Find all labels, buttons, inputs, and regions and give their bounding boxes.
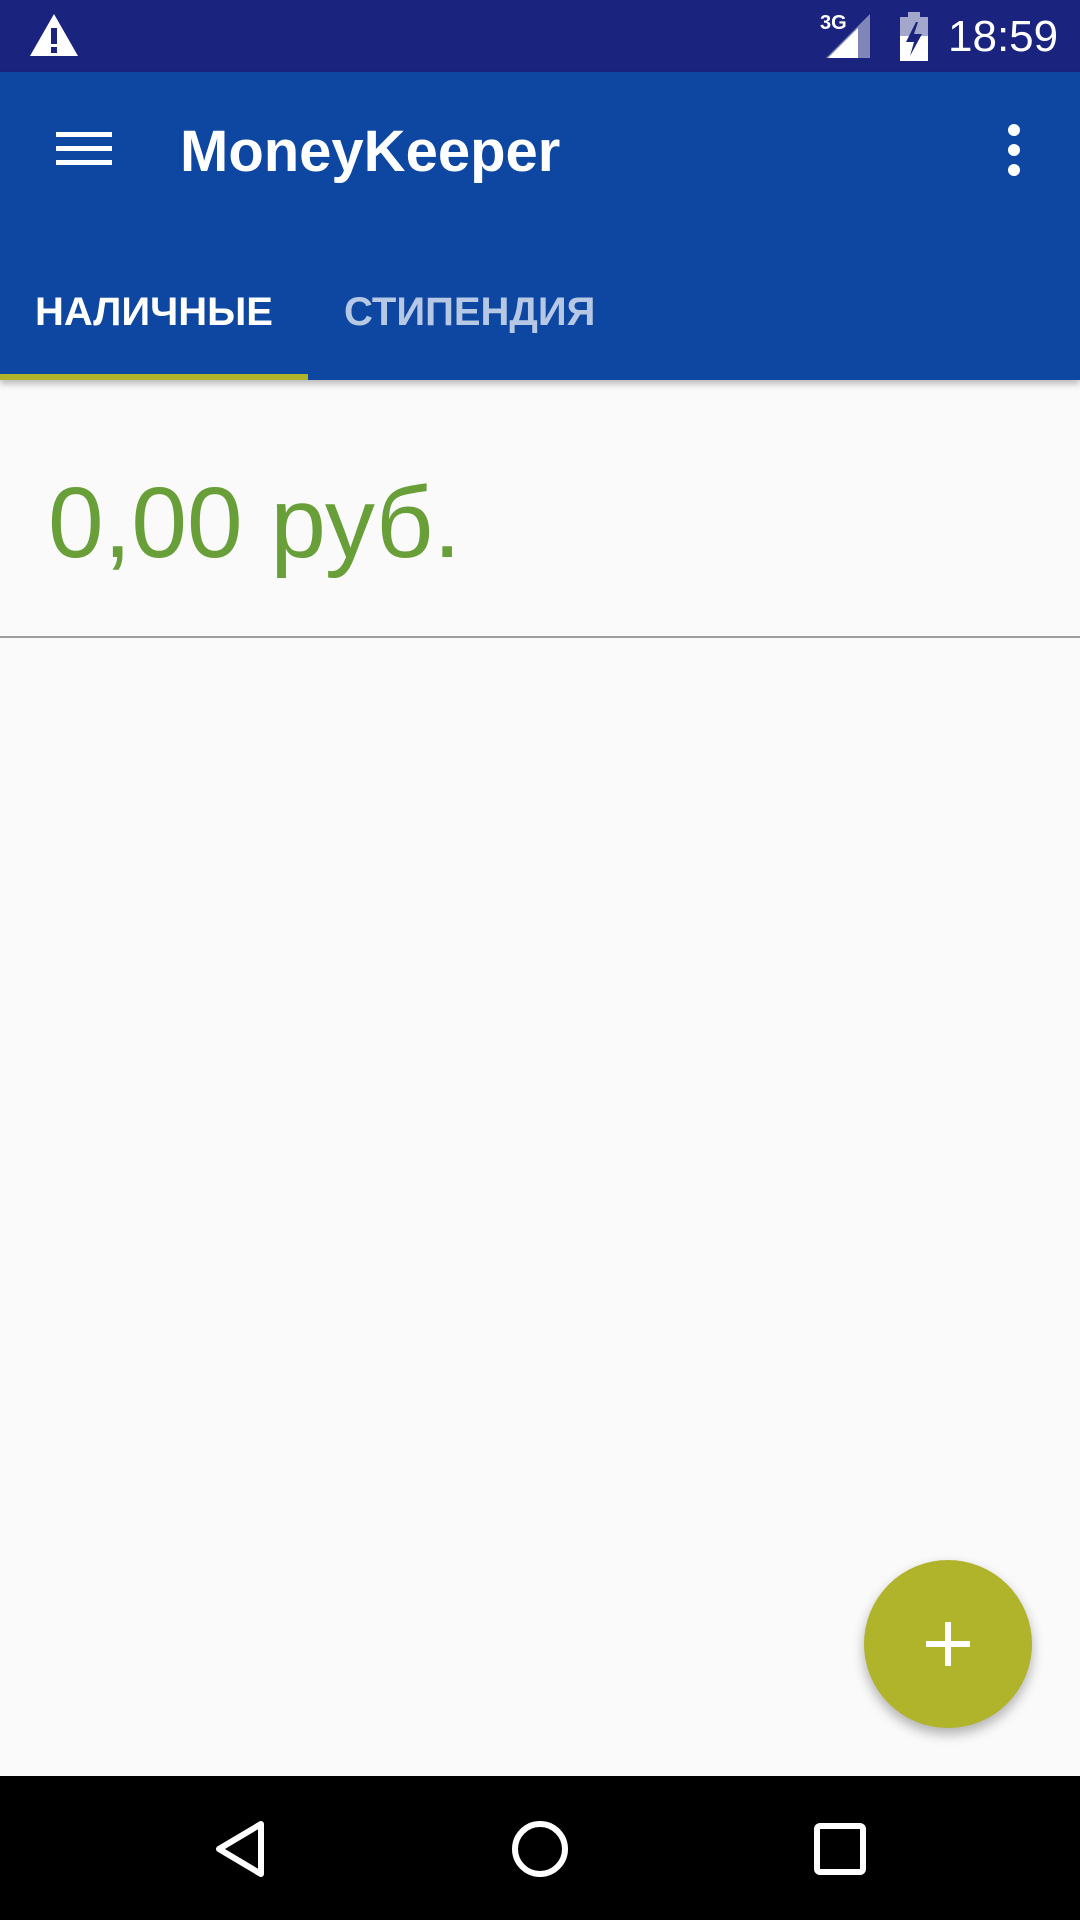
more-vert-icon[interactable] (996, 120, 1032, 180)
tab-indicator (0, 374, 308, 380)
hamburger-menu-icon[interactable] (52, 124, 116, 172)
back-icon[interactable] (205, 1814, 275, 1884)
app-title: MoneyKeeper (180, 119, 561, 184)
tab-cash[interactable]: НАЛИЧНЫЕ (0, 272, 308, 352)
status-clock: 18:59 (948, 12, 1059, 61)
recents-icon[interactable] (805, 1814, 875, 1884)
home-icon[interactable] (505, 1814, 575, 1884)
battery-charging-icon (900, 12, 928, 61)
signal-icon (826, 14, 870, 58)
system-nav-bar (0, 1776, 1080, 1920)
account-tabs: НАЛИЧНЫЕ СТИПЕНДИЯ (0, 272, 1080, 352)
tab-stipend[interactable]: СТИПЕНДИЯ (308, 272, 638, 352)
divider (0, 636, 1080, 638)
status-bar: 3G 18:59 (0, 0, 1080, 72)
add-button[interactable] (864, 1560, 1032, 1728)
balance-amount: 0,00 руб. (48, 467, 462, 579)
plus-icon (926, 1622, 970, 1666)
warning-icon (30, 14, 78, 56)
